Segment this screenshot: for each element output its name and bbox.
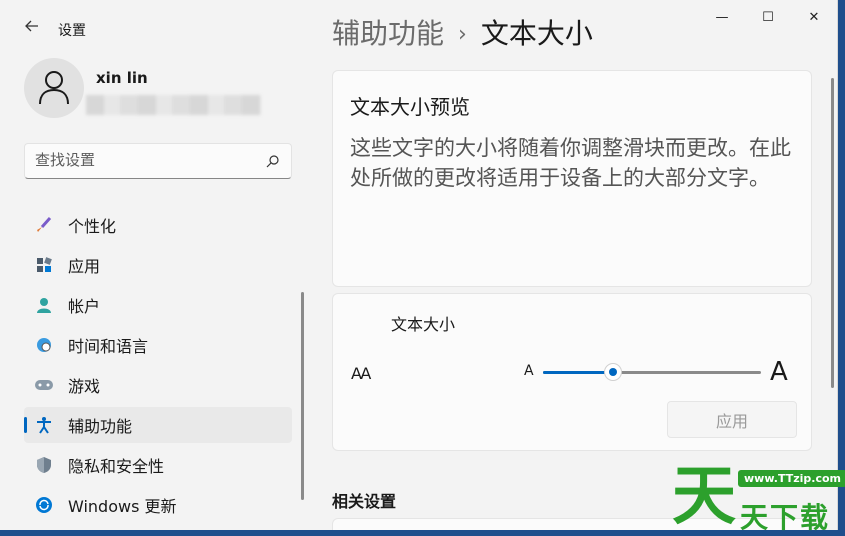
accessibility-icon: [34, 415, 54, 435]
sidebar-item-accessibility[interactable]: 辅助功能: [24, 407, 292, 443]
shield-icon: [34, 455, 54, 475]
user-email-redacted: [86, 95, 261, 115]
sidebar-scrollbar[interactable]: [301, 292, 304, 500]
text-size-label: 文本大小: [391, 315, 456, 334]
preview-title: 文本大小预览: [350, 95, 470, 119]
related-settings-heading: 相关设置: [332, 492, 397, 511]
sidebar-item-label: 隐私和安全性: [68, 457, 165, 476]
sidebar-item-gaming[interactable]: 游戏: [24, 367, 292, 403]
text-preview-card: 文本大小预览 这些文字的大小将随着你调整滑块而更改。在此处所做的更改将适用于设备…: [332, 70, 812, 287]
sidebar-item-privacy[interactable]: 隐私和安全性: [24, 447, 292, 483]
watermark-sub: 天下载: [740, 501, 831, 534]
apps-icon: [34, 255, 54, 275]
slider-max-label: A: [770, 357, 788, 387]
preview-text: 这些文字的大小将随着你调整滑块而更改。在此处所做的更改将适用于设备上的大部分文字…: [350, 136, 791, 190]
minimize-icon: —: [715, 9, 729, 25]
maximize-icon: ☐: [762, 9, 774, 25]
sidebar-item-label: 个性化: [68, 217, 117, 236]
user-name: xin lin: [96, 69, 148, 87]
account-icon: [34, 295, 54, 315]
person-icon: [39, 71, 69, 105]
slider-thumb[interactable]: [603, 363, 622, 381]
search-icon[interactable]: [265, 153, 281, 169]
brush-icon: [34, 215, 54, 235]
breadcrumb: 辅助功能 › 文本大小: [332, 12, 593, 52]
back-button[interactable]: [18, 14, 46, 40]
sidebar-item-label: 应用: [68, 257, 101, 276]
sidebar-item-accounts[interactable]: 帐户: [24, 287, 292, 323]
sidebar-item-windows-update[interactable]: Windows 更新: [24, 487, 292, 523]
page-title: 文本大小: [480, 17, 593, 50]
text-size-slider[interactable]: [543, 363, 761, 381]
globe-clock-icon: [34, 335, 54, 355]
search-input[interactable]: [35, 151, 255, 169]
content-scrollbar[interactable]: [831, 78, 834, 388]
close-icon: ✕: [808, 9, 820, 25]
back-arrow-icon: [25, 20, 38, 32]
window-controls: — ☐ ✕: [699, 0, 837, 34]
settings-window: 设置 xin lin 个性化 应用: [0, 0, 838, 530]
slider-fill: [543, 371, 613, 374]
sidebar-item-label: 辅助功能: [68, 417, 133, 436]
apply-button[interactable]: 应用: [667, 401, 797, 438]
sidebar-item-apps[interactable]: 应用: [24, 247, 292, 283]
avatar[interactable]: [24, 58, 84, 118]
sidebar-item-label: 帐户: [68, 297, 101, 316]
app-title: 设置: [58, 23, 86, 39]
minimize-button[interactable]: —: [699, 0, 745, 34]
sidebar-nav: 个性化 应用 帐户 时间和语言 游戏 辅助功能 隐私和安全性 Windows 更…: [24, 207, 292, 527]
sidebar-item-personalization[interactable]: 个性化: [24, 207, 292, 243]
breadcrumb-separator: ›: [458, 22, 467, 47]
gamepad-icon: [34, 375, 54, 395]
close-button[interactable]: ✕: [791, 0, 837, 34]
text-size-card: 文本大小 AA A A 应用: [332, 293, 812, 451]
sidebar-item-label: Windows 更新: [68, 497, 177, 516]
text-size-icon: AA: [351, 364, 371, 383]
watermark-url: www.TTzip.com: [738, 470, 845, 487]
sidebar-item-label: 游戏: [68, 377, 101, 396]
breadcrumb-parent[interactable]: 辅助功能: [332, 17, 444, 50]
search-box[interactable]: [24, 143, 292, 179]
sidebar-item-label: 时间和语言: [68, 337, 149, 356]
watermark-logo: 天 www.TTzip.com 天下载: [668, 458, 845, 536]
maximize-button[interactable]: ☐: [745, 0, 791, 34]
update-icon: [34, 495, 54, 515]
slider-min-label: A: [524, 363, 534, 379]
sidebar-item-time-language[interactable]: 时间和语言: [24, 327, 292, 363]
watermark-main: 天: [672, 460, 736, 534]
